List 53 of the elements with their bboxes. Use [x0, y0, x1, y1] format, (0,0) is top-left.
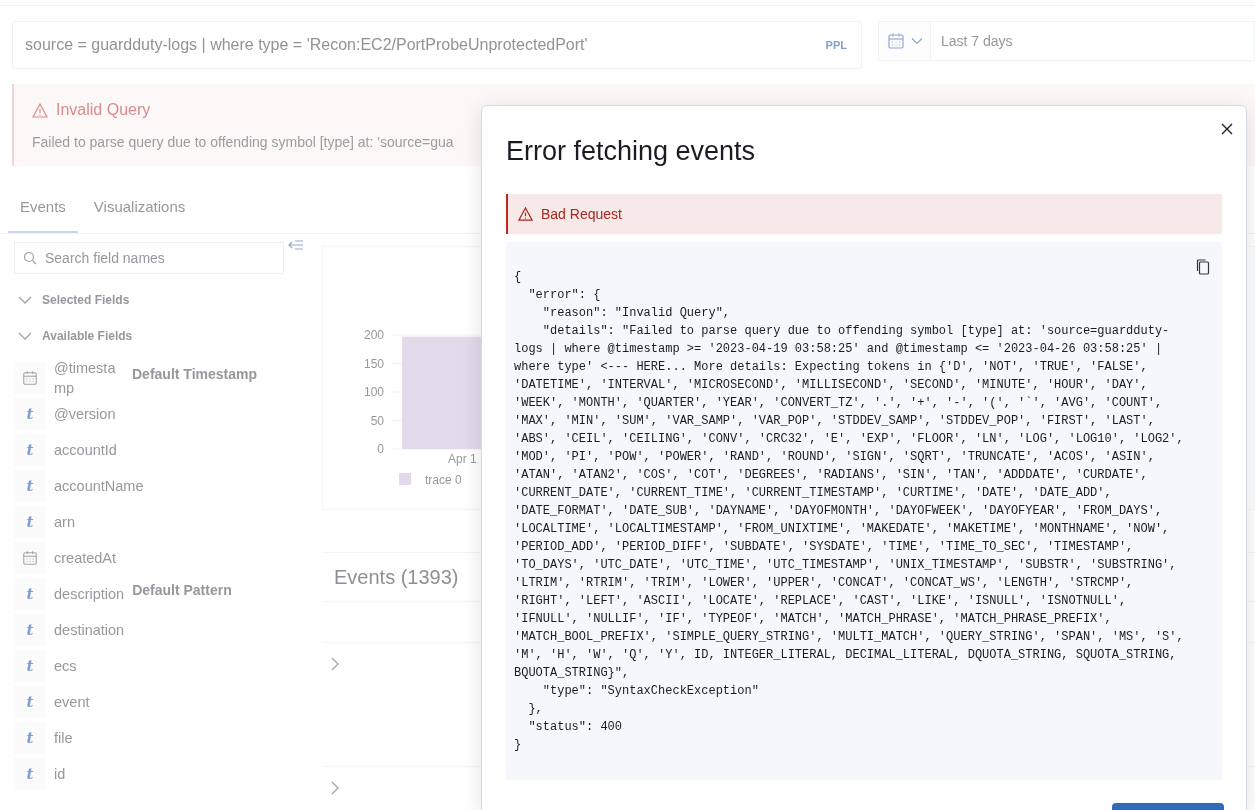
- default-field-label: Default Timestamp: [132, 365, 257, 384]
- close-icon: [1220, 121, 1234, 136]
- events-title: Events (1393): [334, 565, 459, 590]
- modal-title: Error fetching events: [506, 135, 757, 168]
- language-toggle[interactable]: PPL: [825, 36, 847, 54]
- collapse-icon[interactable]: [288, 240, 304, 252]
- text-type-icon: t: [14, 686, 46, 718]
- field-name[interactable]: id: [54, 764, 66, 784]
- axis-tick-label: 0: [377, 442, 384, 456]
- alert-message: Failed to parse query due to offending symbol [type] at: 'source=gua: [32, 133, 454, 152]
- axis-tick-label: 100: [363, 385, 384, 399]
- axis-tick-label: 200: [363, 328, 384, 342]
- field-name[interactable]: accountName: [54, 476, 144, 496]
- field-name[interactable]: createdAt: [54, 548, 117, 568]
- section-toggle[interactable]: Selected Fields: [14, 290, 134, 310]
- field-name[interactable]: ecs: [54, 656, 77, 676]
- alert-title: Invalid Query: [56, 100, 151, 120]
- warning-icon: [32, 102, 48, 118]
- text-type-icon: t: [14, 434, 46, 466]
- default-field-label: Default Pattern: [132, 581, 232, 600]
- warning-icon: [518, 207, 533, 221]
- text-type-icon: t: [14, 578, 46, 610]
- text-type-icon: t: [14, 614, 46, 646]
- copy-icon: [1196, 258, 1210, 275]
- tab[interactable]: Events: [8, 184, 78, 233]
- text-type-icon: t: [14, 398, 46, 430]
- text-type-icon: t: [14, 650, 46, 682]
- legend-label: trace 0: [425, 473, 462, 487]
- calendar-icon: [14, 362, 46, 394]
- text-type-icon: t: [14, 470, 46, 502]
- field-name[interactable]: event: [54, 692, 90, 712]
- tab[interactable]: Visualizations: [81, 184, 198, 233]
- field-name[interactable]: @version: [54, 404, 116, 424]
- search-field[interactable]: Search field names: [14, 242, 284, 274]
- text-type-icon: t: [14, 722, 46, 754]
- text-type-icon: t: [14, 506, 46, 538]
- field-name[interactable]: arn: [54, 512, 75, 532]
- axis-category-label: Apr 1: [448, 452, 477, 466]
- error-json: { "error": { "reason": "Invalid Query", "details": "Failed to parse query due to offending symbol [type] at: 'source=guardduty- logs | where @timestamp >= '2023-04-19 03:58:25' and @timestamp <= '2023-04-26 03:58:25' | where type' <--- HERE... More details: Expecting tokens in {'D', 'NOT', 'TRUE', 'FALSE', 'DATETIME', 'INTERVAL', 'MICROSECOND', 'MILLISECOND', 'SECOND', 'MINUTE', 'HOUR', 'DAY', 'WEEK', 'MONTH', 'QUARTER', 'YEAR', 'CONVERT_TZ', '.', '+', '-', '(', '`', 'AVG', 'COUNT', 'MAX', 'MIN', 'SUM', 'VAR_SAMP', 'VAR_POP', 'STDDEV_SAMP', 'STDDEV_POP', 'FIRST', 'LAST', 'ABS', 'CEIL', 'CEILING', 'CONV', 'CRC32', 'E', 'EXP', 'FLOOR', 'LN', 'LOG', 'LOG10', 'LOG2', 'MOD', 'PI', 'POW', 'POWER', 'RAND', 'ROUND', 'SIGN', 'SQRT', 'TRUNCATE', 'ACOS', 'ASIN', 'ATAN', 'ATAN2', 'COS', 'COT', 'DEGREES', 'RADIANS', 'SIN', 'TAN', 'ADDDATE', 'CURDATE', 'CURRENT_DATE', 'CURRENT_TIME', 'CURRENT_TIMESTAMP', 'CURTIME', 'DATE', 'DATE_ADD', 'DATE_FORMAT', 'DATE_SUB', 'DAYNAME', 'DAYOFMONTH', 'DAYOFWEEK', 'DAYOFYEAR', 'FROM_DAYS', 'LOCALTIME', 'LOCALTIMESTAMP', 'FROM_UNIXTIME', 'MAKEDATE', 'MAKETIME', 'MONTHNAME', 'NOW', 'PERIOD_ADD', 'PERIOD_DIFF', 'SUBDATE', 'SYSDATE', 'TIME', 'TIME_TO_SEC', 'TIMESTAMP', 'TO_DAYS', 'UTC_DATE', 'UTC_TIME', 'UTC_TIMESTAMP', 'UNIX_TIMESTAMP', 'SUBSTR', 'SUBSTRING', 'LTRIM', 'RTRIM', 'TRIM', 'LOWER', 'UPPER', 'CONCAT', 'CONCAT_WS', 'LENGTH', 'STRCMP', 'RIGHT', 'LEFT', 'ASCII', 'LOCATE', 'REPLACE', 'CAST', 'LIKE', 'ISNULL', 'ISNOTNULL', 'IFNULL', 'NULLIF', 'IF', 'TYPEOF', 'MATCH', 'MATCH_PHRASE', 'MATCH_PHRASE_PREFIX', 'MATCH_BOOL_PREFIX', 'SIMPLE_QUERY_STRING', 'MULTI_MATCH', 'QUERY_STRING', 'SPAN', 'MS', 'S', 'M', 'H', 'W', 'Q', 'Y', ID, INTEGER_LITERAL, DECIMAL_LITERAL, DQUOTA_STRING, SQUOTA_STRING, BQUOTA_STRING}", "type": "SyntaxCheckException" }, "status": 400 }: [514, 269, 1185, 754]
- axis-tick-label: 150: [363, 356, 384, 371]
- field-name[interactable]: accountId: [54, 440, 117, 460]
- field-name[interactable]: description: [54, 584, 125, 604]
- query-field[interactable]: source = guardduty-logs | where type = 'Recon:EC2/PortProbeUnprotectedPort' PPL: [12, 21, 862, 69]
- axis-tick-label: 50: [370, 413, 384, 428]
- legend-swatch: [399, 473, 411, 485]
- section-toggle[interactable]: Available Fields: [14, 326, 137, 346]
- field-name[interactable]: file: [54, 728, 73, 748]
- field-name[interactable]: @timestamp: [54, 358, 124, 398]
- field-name[interactable]: destination: [54, 620, 125, 640]
- callout-title: Bad Request: [541, 204, 622, 224]
- search-icon: [23, 251, 37, 265]
- text-type-icon: t: [14, 758, 46, 790]
- calendar-icon: [14, 542, 46, 574]
